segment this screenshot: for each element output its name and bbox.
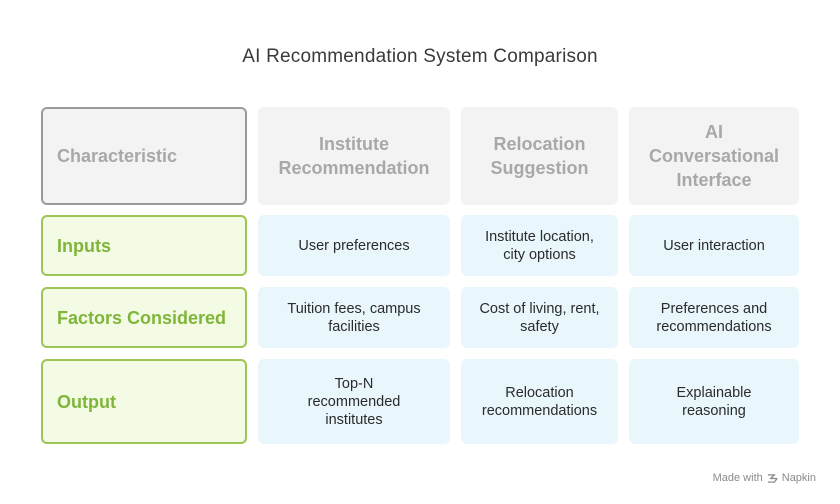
cell-output-institute: Top-N recommended institutes: [258, 359, 450, 444]
header-relocation-suggestion: Relocation Suggestion: [461, 107, 618, 205]
diagram-title: AI Recommendation System Comparison: [242, 46, 598, 67]
made-with-label: Made with: [712, 472, 763, 484]
header-ai-conversational-interface: AI Conversational Interface: [629, 107, 799, 205]
cell-output-ai: Explainable reasoning: [629, 359, 799, 444]
napkin-brand-label: Napkin: [781, 472, 816, 484]
napkin-watermark: Made with Napkin: [713, 472, 816, 484]
header-characteristic: Characteristic: [41, 107, 247, 205]
cell-factors-relocation: Cost of living, rent, safety: [461, 287, 618, 348]
cell-output-relocation: Relocation recommendations: [461, 359, 618, 444]
cell-inputs-relocation: Institute location, city options: [461, 215, 618, 276]
cell-factors-ai: Preferences and recommendations: [629, 287, 799, 348]
row-label-inputs: Inputs: [41, 215, 247, 276]
cell-factors-institute: Tuition fees, campus facilities: [258, 287, 450, 348]
napkin-logo-icon: [767, 473, 778, 483]
row-label-output: Output: [41, 359, 247, 444]
cell-inputs-ai: User interaction: [629, 215, 799, 276]
row-label-factors-considered: Factors Considered: [41, 287, 247, 348]
header-institute-recommendation: Institute Recommendation: [258, 107, 450, 205]
cell-inputs-institute: User preferences: [258, 215, 450, 276]
